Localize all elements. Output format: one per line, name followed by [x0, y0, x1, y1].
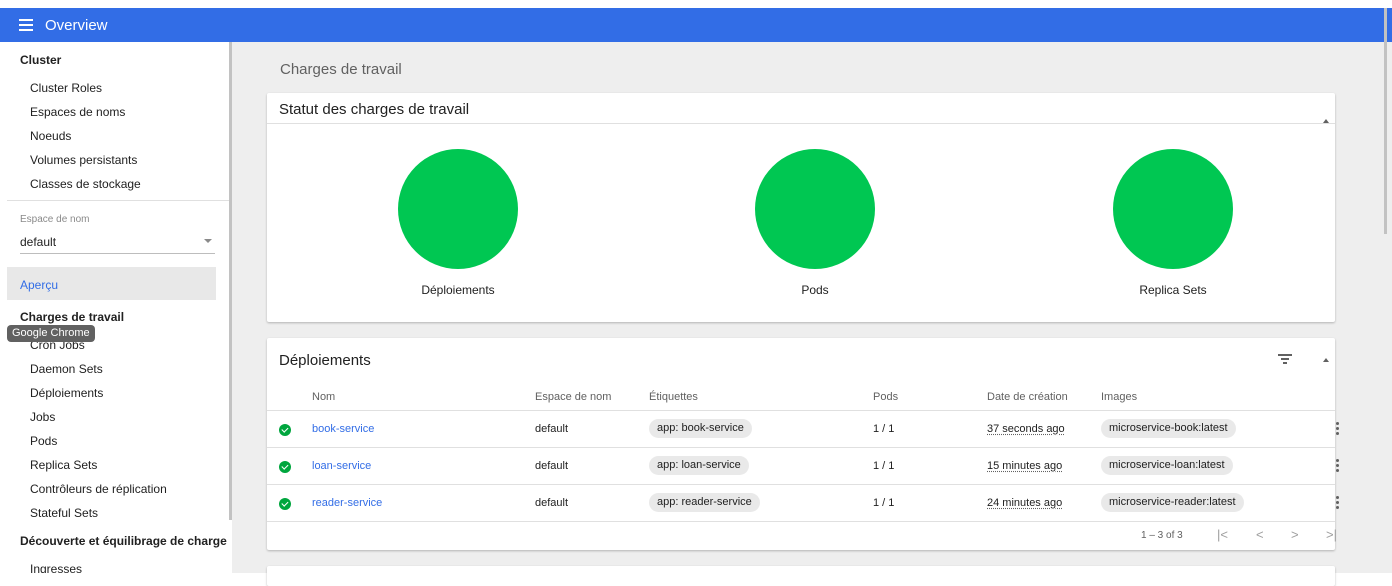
status-replica-sets: Replica Sets — [1053, 149, 1293, 299]
table-row: loan-service default app: loan-service 1… — [267, 448, 1339, 485]
collapse-icon[interactable] — [1323, 358, 1329, 362]
more-vert-icon[interactable] — [1336, 422, 1339, 436]
status-pie-deployments — [398, 149, 518, 269]
sidebar-header-workloads[interactable]: Charges de travail — [20, 310, 124, 324]
column-header-images: Images — [1101, 391, 1138, 403]
label-chip: app: reader-service — [649, 493, 760, 512]
namespace-cell: default — [535, 423, 569, 435]
sidebar-item-ingresses[interactable]: Ingresses — [30, 562, 82, 573]
sidebar-item-storage-classes[interactable]: Classes de stockage — [30, 177, 141, 191]
last-page-icon[interactable]: >| — [1326, 527, 1337, 542]
status-label: Déploiements — [421, 283, 495, 297]
toolbar-title: Overview — [45, 16, 108, 34]
status-label: Replica Sets — [1139, 283, 1207, 297]
sidebar-item-overview[interactable]: Aperçu — [7, 267, 216, 300]
sidebar-item-jobs[interactable]: Jobs — [30, 410, 55, 424]
column-header-name[interactable]: Nom — [312, 391, 335, 403]
column-header-labels: Étiquettes — [649, 391, 698, 403]
image-chip: microservice-book:latest — [1101, 419, 1236, 438]
more-vert-icon[interactable] — [1336, 496, 1339, 510]
tooltip: Google Chrome — [7, 325, 95, 342]
more-vert-icon[interactable] — [1336, 459, 1339, 473]
image-chip: microservice-reader:latest — [1101, 493, 1244, 512]
namespace-value: default — [20, 235, 57, 249]
card-divider — [267, 123, 1335, 124]
namespace-cell: default — [535, 497, 569, 509]
sidebar-header-cluster[interactable]: Cluster — [20, 53, 61, 67]
prev-page-icon[interactable]: < — [1256, 527, 1264, 542]
deployment-name-link[interactable]: reader-service — [312, 497, 382, 509]
deployment-name-link[interactable]: loan-service — [312, 460, 371, 472]
namespace-select[interactable]: default — [20, 231, 215, 254]
row-divider — [267, 521, 1335, 522]
status-deployments: Déploiements — [338, 149, 578, 299]
sidebar-item-nodes[interactable]: Noeuds — [30, 129, 71, 143]
status-label: Pods — [801, 283, 829, 297]
sidebar-item-namespaces[interactable]: Espaces de noms — [30, 105, 125, 119]
created-cell: 15 minutes ago — [987, 460, 1063, 472]
check-circle-icon — [279, 498, 291, 510]
next-card — [267, 566, 1335, 586]
dropdown-arrow-icon — [204, 239, 212, 243]
image-chip: microservice-loan:latest — [1101, 456, 1233, 475]
check-circle-icon — [279, 461, 291, 473]
created-cell: 37 seconds ago — [987, 423, 1065, 435]
table-row: reader-service default app: reader-servi… — [267, 485, 1339, 522]
sidebar-item-pods[interactable]: Pods — [30, 434, 57, 448]
status-pods: Pods — [695, 149, 935, 299]
sidebar-item-daemon-sets[interactable]: Daemon Sets — [30, 362, 103, 376]
namespace-cell: default — [535, 460, 569, 472]
main-content: Charges de travail Statut des charges de… — [232, 42, 1392, 586]
first-page-icon[interactable]: |< — [1217, 527, 1228, 542]
column-header-created[interactable]: Date de création — [987, 391, 1068, 403]
column-header-pods: Pods — [873, 391, 899, 403]
status-pie-pods — [755, 149, 875, 269]
sidebar-item-stateful-sets[interactable]: Stateful Sets — [30, 506, 98, 520]
namespace-label: Espace de nom — [20, 214, 90, 225]
table-row: book-service default app: book-service 1… — [267, 411, 1339, 448]
status-pie-replica-sets — [1113, 149, 1233, 269]
created-cell: 24 minutes ago — [987, 497, 1063, 509]
menu-icon[interactable] — [19, 19, 33, 31]
label-chip: app: loan-service — [649, 456, 749, 475]
pods-cell: 1 / 1 — [873, 460, 895, 472]
sidebar-item-cluster-roles[interactable]: Cluster Roles — [30, 81, 102, 95]
pods-cell: 1 / 1 — [873, 423, 895, 435]
top-toolbar: Overview — [0, 8, 1392, 42]
sidebar-item-deployments[interactable]: Déploiements — [30, 386, 103, 400]
browser-top-strip — [0, 0, 1392, 8]
workload-status-card: Statut des charges de travail Déploiemen… — [267, 93, 1335, 322]
page-title: Charges de travail — [280, 61, 402, 78]
main-scrollbar[interactable] — [1384, 8, 1387, 234]
sidebar-item-persistent-volumes[interactable]: Volumes persistants — [30, 153, 137, 167]
check-circle-icon — [279, 424, 291, 436]
next-page-icon[interactable]: > — [1291, 527, 1299, 542]
sidebar-item-overview-label: Aperçu — [20, 278, 59, 292]
card-title: Déploiements — [279, 352, 371, 369]
pods-cell: 1 / 1 — [873, 497, 895, 509]
filter-icon[interactable] — [1278, 352, 1292, 364]
deployment-name-link[interactable]: book-service — [312, 423, 374, 435]
deployments-card: Déploiements Nom Espace de nom Étiquette… — [267, 338, 1339, 550]
sidebar-header-discovery[interactable]: Découverte et équilibrage de charge — [20, 534, 227, 548]
label-chip: app: book-service — [649, 419, 752, 438]
pagination: 1 – 3 of 3 |< < > >| — [267, 524, 1337, 550]
sidebar-item-replication-controllers[interactable]: Contrôleurs de réplication — [30, 482, 167, 496]
column-header-namespace[interactable]: Espace de nom — [535, 391, 611, 403]
card-title: Statut des charges de travail — [279, 101, 470, 118]
page-range: 1 – 3 of 3 — [1141, 530, 1183, 541]
sidebar-divider — [7, 200, 229, 201]
sidebar: Cluster Cluster Roles Espaces de noms No… — [7, 42, 229, 573]
sidebar-item-replica-sets[interactable]: Replica Sets — [30, 458, 97, 472]
